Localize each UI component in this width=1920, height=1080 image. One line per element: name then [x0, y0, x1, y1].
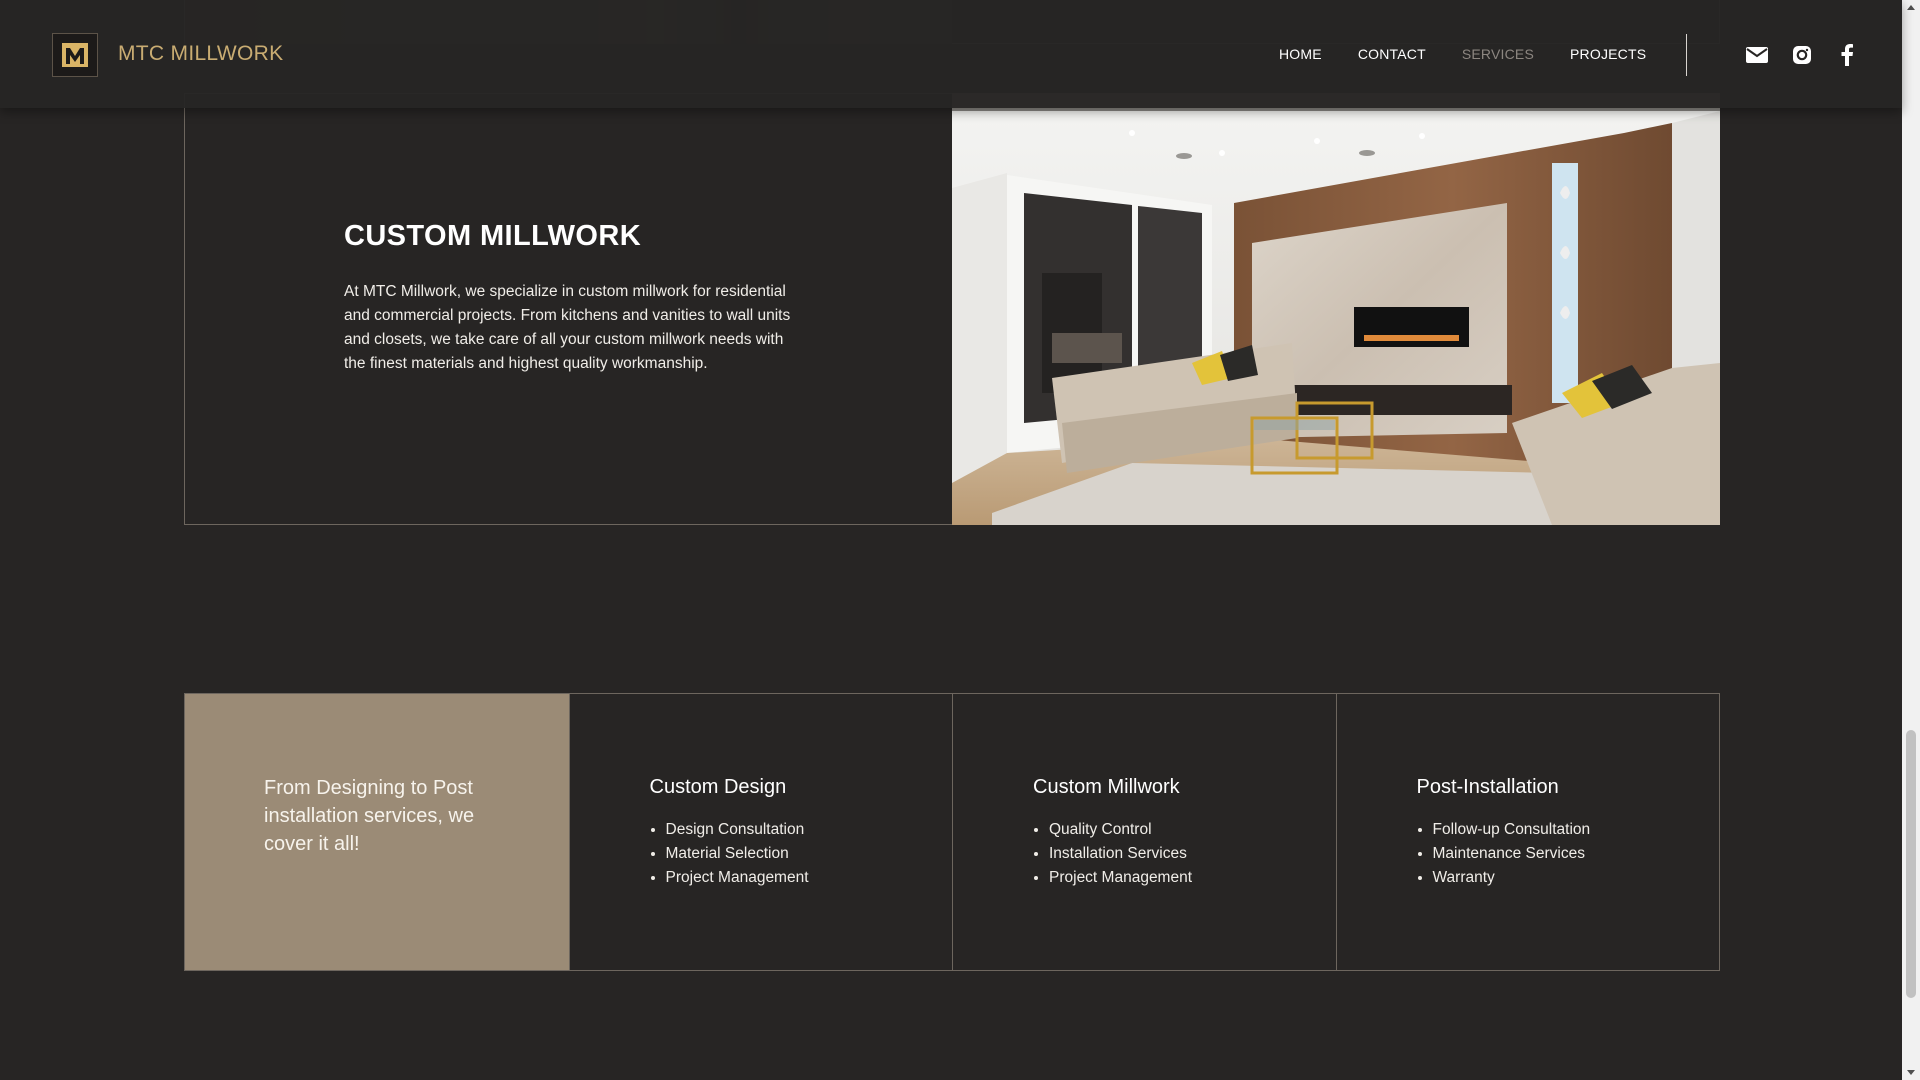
- instagram-icon[interactable]: [1789, 44, 1814, 66]
- brand-name[interactable]: MTC MILLWORK: [118, 42, 283, 66]
- scroll-up-arrow-icon[interactable]: [1907, 5, 1915, 10]
- logo-mark-icon: [62, 43, 88, 67]
- facebook-icon[interactable]: [1834, 44, 1859, 66]
- scroll-down-arrow-icon[interactable]: [1907, 1070, 1915, 1075]
- list-item: Material Selection: [666, 842, 809, 866]
- section-description: At MTC Millwork, we specialize in custom…: [344, 283, 791, 372]
- service-column-title: Custom Millwork: [1033, 776, 1180, 798]
- service-column-custom-millwork: Custom Millwork Quality Control Installa…: [952, 694, 1336, 970]
- services-intro-panel: From Designing to Post installation serv…: [185, 694, 569, 970]
- nav-services[interactable]: SERVICES: [1462, 46, 1534, 62]
- mail-icon[interactable]: [1744, 44, 1769, 66]
- nav-home[interactable]: HOME: [1279, 46, 1322, 62]
- nav-divider: [1686, 34, 1687, 76]
- service-column-post-installation: Post-Installation Follow-up Consultation…: [1335, 694, 1720, 970]
- logo[interactable]: [52, 33, 98, 77]
- list-item: Follow-up Consultation: [1433, 818, 1591, 842]
- service-list: Quality Control Installation Services Pr…: [1049, 818, 1192, 890]
- section-title: CUSTOM MILLWORK: [344, 220, 642, 252]
- service-column-title: Custom Design: [649, 776, 787, 798]
- service-column-title: Post-Installation: [1416, 776, 1559, 798]
- list-item: Warranty: [1433, 866, 1591, 890]
- nav-projects[interactable]: PROJECTS: [1570, 46, 1646, 62]
- service-list: Design Consultation Material Selection P…: [666, 818, 809, 890]
- custom-millwork-section: CUSTOM MILLWORK At MTC Millwork, we spec…: [184, 93, 1720, 525]
- list-item: Design Consultation: [666, 818, 809, 842]
- service-list: Follow-up Consultation Maintenance Servi…: [1433, 818, 1591, 890]
- scroll-thumb[interactable]: [1906, 730, 1916, 998]
- site-header: MTC MILLWORK HOME CONTACT SERVICES PROJE…: [0, 0, 1902, 108]
- page-scrollbar[interactable]: [1902, 0, 1920, 1080]
- social-bar: [1744, 44, 1859, 66]
- list-item: Project Management: [1049, 866, 1192, 890]
- list-item: Installation Services: [1049, 842, 1192, 866]
- main-nav: HOME CONTACT SERVICES PROJECTS: [1279, 46, 1682, 62]
- list-item: Maintenance Services: [1433, 842, 1591, 866]
- living-room-photo: [952, 93, 1720, 525]
- nav-contact[interactable]: CONTACT: [1358, 46, 1426, 62]
- service-column-custom-design: Custom Design Design Consultation Materi…: [568, 694, 953, 970]
- services-row: From Designing to Post installation serv…: [184, 693, 1720, 971]
- list-item: Quality Control: [1049, 818, 1192, 842]
- services-intro-text: From Designing to Post installation serv…: [264, 777, 475, 855]
- list-item: Project Management: [666, 866, 809, 890]
